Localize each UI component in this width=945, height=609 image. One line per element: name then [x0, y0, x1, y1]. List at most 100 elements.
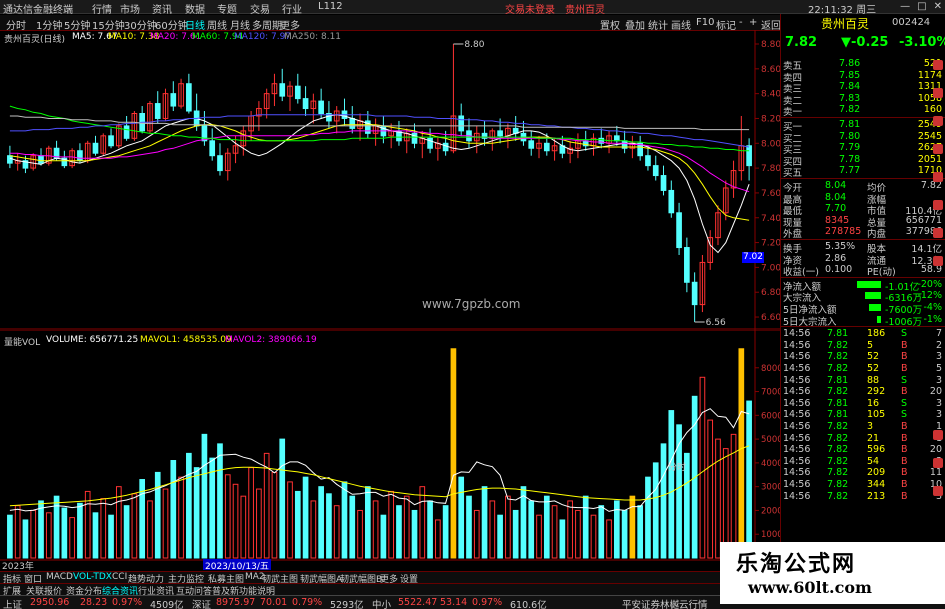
tick-side: B [901, 444, 908, 456]
menu-item-data[interactable]: 数据 [185, 1, 205, 16]
menu-item-trade[interactable]: 交易 [250, 1, 270, 16]
bid-price: 7.81 [839, 119, 861, 130]
volume-bar [147, 500, 153, 559]
volume-bar [178, 476, 184, 559]
volume-chart[interactable]: 80000 70000 60000 50000 40000 30000 20000 10000… [0, 330, 780, 572]
tick-row: 14:56 7.82 209 B 11 [781, 467, 945, 478]
volume-bar [256, 488, 262, 559]
btn-f10[interactable]: F10 [696, 17, 714, 28]
vol-marker-label: 分时 [668, 461, 686, 473]
kline-chart[interactable]: 8.80 8.60 8.40 8.20 8.00 7.80 7.60 7.40 7.20 7.00… [0, 30, 780, 330]
tick-volume: 3 [867, 421, 874, 432]
stat-row: 今开 8.04 均价 7.82 [781, 180, 945, 194]
stat-value: 278785 [825, 226, 862, 238]
zx-index-label[interactable]: 中小 [372, 597, 391, 609]
panel-divider [781, 117, 945, 118]
candle-body [209, 140, 216, 157]
volume-bar [357, 509, 363, 559]
vchart-y-tick-label: 70000 [761, 388, 780, 398]
volume-bar [660, 443, 667, 559]
volume-bar [512, 509, 519, 559]
tick-row: 14:56 7.82 5 B 2 [781, 340, 945, 351]
volume-bar [108, 514, 114, 559]
side-tool-icon[interactable] [933, 256, 943, 266]
side-tool-icon[interactable] [933, 116, 943, 126]
candle-body [170, 93, 177, 107]
btn-zoom-out[interactable]: - [739, 17, 743, 28]
sh-index-label[interactable]: 上证 [3, 597, 22, 609]
candle-body [442, 142, 449, 152]
side-tool-icon[interactable] [933, 228, 943, 238]
side-tool-icon[interactable] [933, 486, 943, 496]
close-icon[interactable]: ✕ [934, 1, 942, 12]
tick-volume: 52 [867, 351, 880, 363]
volume-bar [403, 495, 410, 559]
volume-bar [473, 509, 480, 559]
volume-bar [38, 500, 44, 559]
stat-row: 现量 8345 总量 656771 [781, 215, 945, 229]
minimize-icon[interactable]: — [900, 1, 910, 12]
kchart-y-tick-label: 7.80 [761, 164, 780, 174]
volume-bar [606, 519, 612, 559]
menu-item-news[interactable]: 资讯 [152, 1, 172, 16]
volume-bar [22, 519, 29, 559]
extension-tabbar: 扩展 关联报价 资金分布 综合资讯 行业资讯 互动问答 普及新功能说明 [0, 583, 780, 597]
menu-item-industry[interactable]: 行业 [282, 1, 302, 16]
volume-bar [528, 500, 535, 559]
side-tool-icon[interactable] [933, 430, 943, 440]
volume-bar [559, 519, 566, 559]
menu-item-l112[interactable]: L112 [318, 1, 343, 12]
candle-body [7, 155, 13, 164]
volume-bar [341, 481, 348, 559]
candle-body [123, 125, 130, 139]
volume-bar [668, 410, 675, 559]
volume-bar [497, 514, 503, 559]
volume-bar [621, 509, 628, 559]
tick-side: B [901, 421, 908, 432]
volume-bar [396, 505, 402, 559]
panel-last-price: 7.82 [785, 35, 818, 50]
tab-macd[interactable]: MACD [46, 572, 73, 582]
volume-bar [14, 505, 21, 559]
menu-item-market[interactable]: 市场 [120, 1, 140, 16]
tick-side: B [901, 455, 908, 467]
tab-vol-tdx[interactable]: VOL-TDX [73, 572, 112, 582]
kchart-y-tick-label: 8.60 [761, 65, 780, 75]
volume-bar [543, 495, 550, 559]
side-tool-icon[interactable] [933, 88, 943, 98]
tick-price: 7.81 [827, 397, 849, 409]
volume-bar [746, 400, 752, 559]
title-bar: 通达信金融终端 行情 市场 资讯 数据 专题 交易 行业 L112 交易未登录 … [0, 0, 945, 16]
panel-stock-name: 贵州百灵 [821, 17, 870, 31]
volume-bar [154, 471, 161, 559]
panel-divider [781, 326, 945, 328]
sz-index-label[interactable]: 深证 [192, 597, 211, 609]
volume-bar [287, 481, 293, 559]
maximize-icon[interactable]: □ [917, 1, 926, 12]
menu-item-quote[interactable]: 行情 [92, 1, 112, 16]
side-tool-icon[interactable] [933, 60, 943, 70]
volume-bar [123, 505, 130, 559]
side-tool-icon[interactable] [933, 458, 943, 468]
broker-label: 平安证券林樾云行情 [622, 600, 708, 609]
tick-side: B [901, 479, 908, 490]
tab-cci[interactable]: CCI [112, 572, 127, 582]
kchart-y-tick-label: 8.20 [761, 114, 780, 124]
login-notice[interactable]: 交易未登录 [505, 1, 555, 16]
tick-row: 14:56 7.81 186 S 7 [781, 328, 945, 339]
side-tool-icon[interactable] [933, 172, 943, 182]
volume-bar [715, 438, 721, 559]
tick-price: 7.82 [827, 479, 849, 490]
volume-bar [645, 476, 651, 559]
candle-body [497, 130, 503, 137]
vchart-y-tick-label: 40000 [761, 459, 780, 469]
bid-row: 买五 7.77 1710 [781, 165, 945, 179]
side-tool-icon[interactable] [933, 200, 943, 210]
sz-index-value: 8975.97 [216, 597, 256, 608]
volume-bar [279, 438, 286, 559]
menu-item-topics[interactable]: 专题 [217, 1, 237, 16]
btn-zoom-in[interactable]: + [749, 17, 757, 28]
flow-bar [869, 304, 881, 311]
side-tool-icon[interactable] [933, 144, 943, 154]
sz-index-pct: 0.79% [292, 597, 323, 608]
